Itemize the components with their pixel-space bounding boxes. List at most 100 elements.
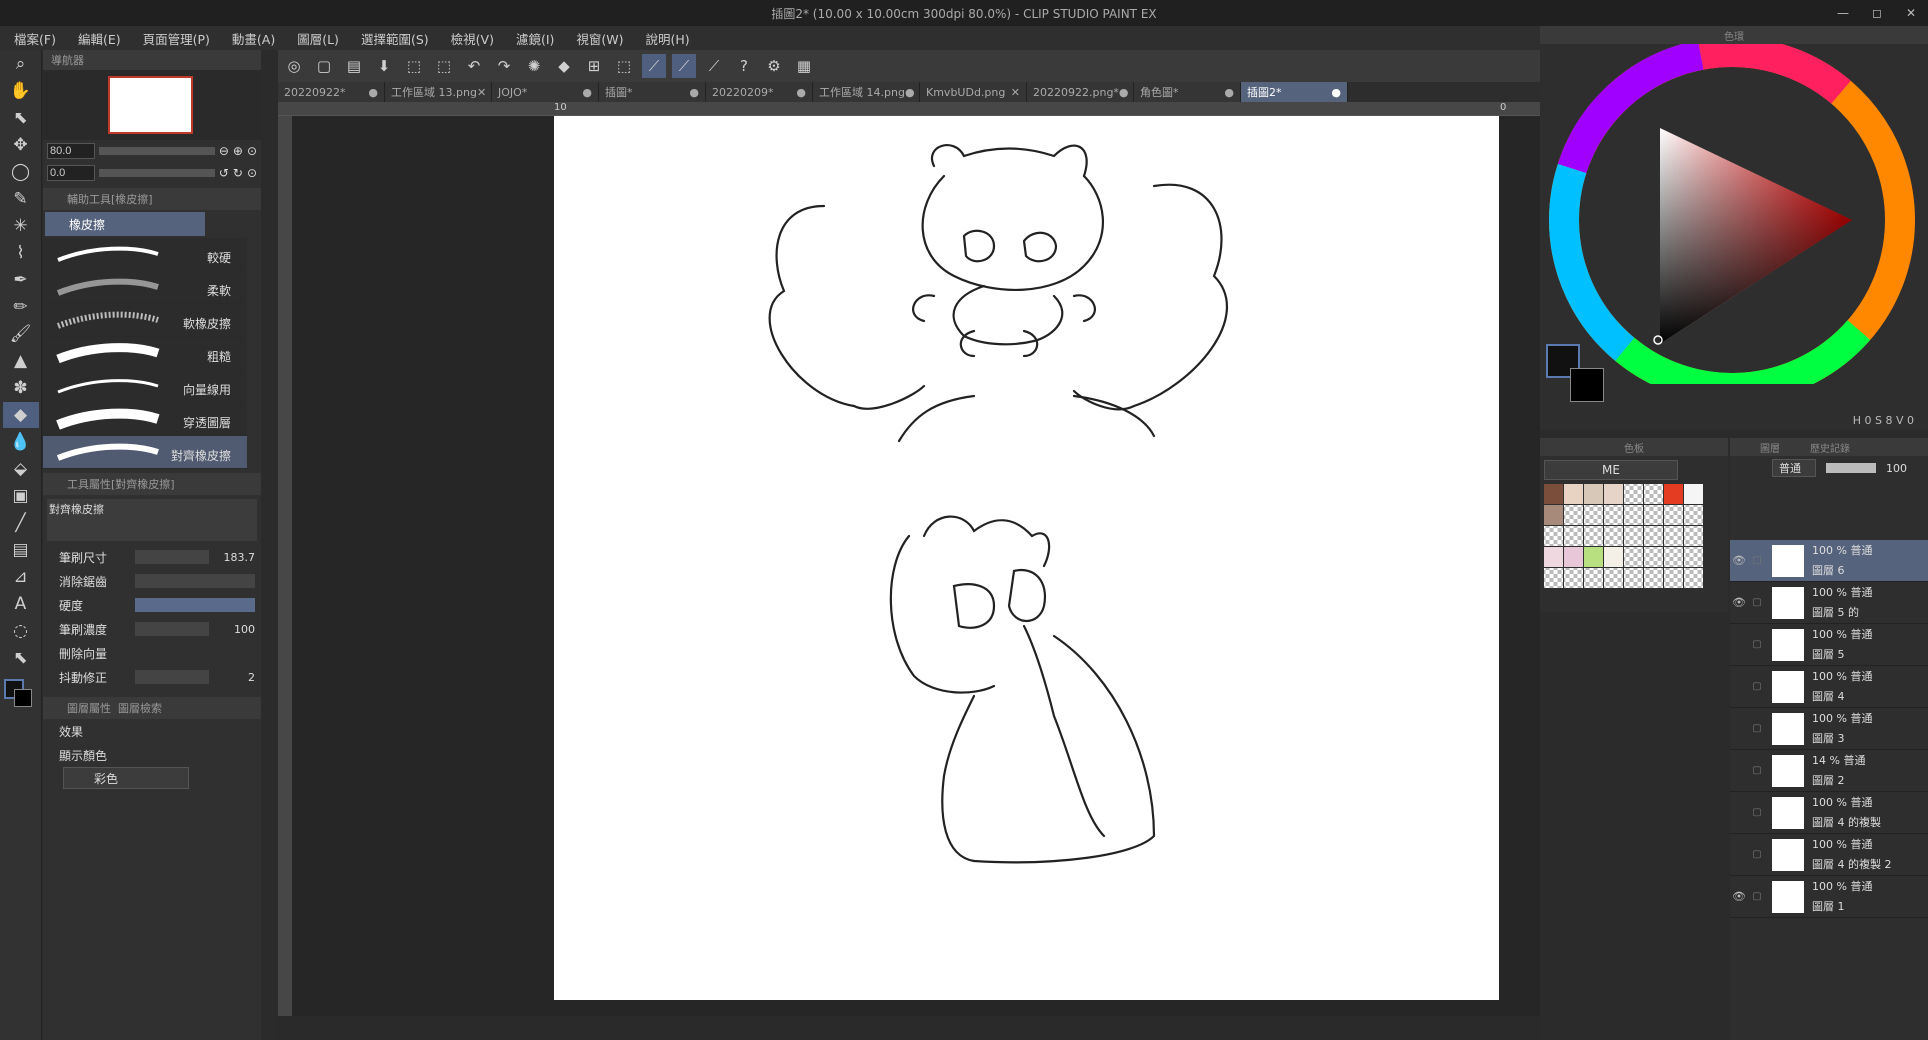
color-swatch[interactable]	[1684, 547, 1703, 567]
color-swatch[interactable]	[1604, 484, 1623, 504]
airbrush-icon[interactable]: ▲	[3, 348, 39, 374]
color-swatch[interactable]	[1644, 568, 1663, 588]
layer-name[interactable]: 圖層 1	[1812, 897, 1872, 917]
export-jpg-icon[interactable]: ⬚	[432, 54, 456, 78]
eye-icon[interactable]: 👁	[1730, 554, 1748, 567]
color-swatch[interactable]	[1604, 568, 1623, 588]
menu-animation[interactable]: 動畫(A)	[232, 29, 275, 48]
text-icon[interactable]: A	[3, 591, 39, 617]
layer-row[interactable]: 👁 ▢ 100 % 普通 圖層 6	[1730, 540, 1928, 582]
color-swatch[interactable]	[1584, 505, 1603, 525]
rotate-input[interactable]	[47, 165, 95, 181]
color-swatch[interactable]	[1684, 505, 1703, 525]
rotate-slider[interactable]	[99, 169, 215, 177]
menu-page[interactable]: 頁面管理(P)	[143, 29, 210, 48]
brush-hard[interactable]: 較硬	[43, 238, 247, 271]
balloon-icon[interactable]: ◌	[3, 618, 39, 644]
hardness-row[interactable]: 硬度	[43, 593, 261, 617]
color-swatch[interactable]	[1584, 526, 1603, 546]
export-png-icon[interactable]: ⬚	[402, 54, 426, 78]
menu-window[interactable]: 視窗(W)	[576, 29, 623, 48]
pencil-icon[interactable]: ✏	[3, 294, 39, 320]
open-file-icon[interactable]: ▤	[342, 54, 366, 78]
brush-through-layer[interactable]: 穿透圖層	[43, 403, 247, 436]
zoom-out-icon[interactable]: ⊖	[219, 144, 229, 158]
stabilize-value[interactable]: 2	[215, 671, 255, 684]
color-swatch[interactable]	[1544, 526, 1563, 546]
lock-icon[interactable]: ▢	[1748, 597, 1766, 608]
color-swatch[interactable]	[1544, 547, 1563, 567]
redo-icon[interactable]: ↷	[492, 54, 516, 78]
color-swatch[interactable]	[1564, 526, 1583, 546]
color-swatch[interactable]	[1644, 505, 1663, 525]
hand-tool-icon[interactable]: ✋	[3, 78, 39, 104]
layer-row[interactable]: ▢ 100 % 普通 圖層 4 的複製	[1730, 792, 1928, 834]
color-swatch[interactable]	[1544, 484, 1563, 504]
brush-soft-eraser[interactable]: 軟橡皮擦	[43, 304, 247, 337]
move-layer-icon[interactable]: ✥	[3, 132, 39, 158]
brush-size-slider[interactable]	[135, 550, 209, 564]
layer-row[interactable]: ▢ 100 % 普通 圖層 3	[1730, 708, 1928, 750]
eraser-icon[interactable]: ◆	[2, 402, 39, 428]
lock-icon[interactable]: ▢	[1748, 723, 1766, 734]
blend-icon[interactable]: 💧	[3, 429, 39, 455]
reset-rotate-icon[interactable]: ⊙	[247, 166, 257, 180]
layer-name[interactable]: 圖層 2	[1812, 771, 1865, 791]
opacity-slider[interactable]	[1826, 463, 1876, 473]
color-swatch[interactable]	[1604, 505, 1623, 525]
color-swatch[interactable]	[1624, 526, 1643, 546]
frame-icon[interactable]: ▤	[3, 537, 39, 563]
color-swatch[interactable]	[1564, 547, 1583, 567]
opacity-value[interactable]: 100	[1886, 462, 1907, 475]
brush-size-value[interactable]: 183.7	[215, 551, 256, 564]
layer-name[interactable]: 圖層 6	[1812, 561, 1872, 581]
color-swatch[interactable]	[1584, 547, 1603, 567]
pen-icon[interactable]: ✒	[3, 267, 39, 293]
color-swatch[interactable]	[1584, 568, 1603, 588]
brush-icon[interactable]: 🖌	[3, 321, 39, 347]
antialias-row[interactable]: 消除鋸齒	[43, 569, 261, 593]
menu-filter[interactable]: 濾鏡(I)	[516, 29, 554, 48]
snap-ruler-icon[interactable]: ⟋	[642, 54, 666, 78]
color-swatch[interactable]	[1644, 484, 1663, 504]
layer-name[interactable]: 圖層 5 的	[1812, 603, 1872, 623]
color-set-select[interactable]: ME	[1544, 460, 1678, 480]
lasso-icon[interactable]: ◯	[3, 159, 39, 185]
lock-icon[interactable]: ▢	[1748, 807, 1766, 818]
canvas-paper[interactable]	[554, 116, 1499, 1000]
tab-20220922-png[interactable]: 20220922.png* ●	[1027, 82, 1134, 102]
tab-kmvbudd[interactable]: KmvbUDd.png ✕	[920, 82, 1027, 102]
layer-name[interactable]: 圖層 5	[1812, 645, 1872, 665]
color-swatch[interactable]	[1624, 505, 1643, 525]
fill-icon[interactable]: ◆	[552, 54, 576, 78]
color-swatch[interactable]	[1604, 526, 1623, 546]
operation-tool-icon[interactable]: ⬉	[3, 105, 39, 131]
eye-icon[interactable]: 👁	[1730, 890, 1748, 903]
color-swatch[interactable]	[1664, 568, 1683, 588]
tab-layer[interactable]: 圖層	[1760, 440, 1780, 455]
layer-row[interactable]: ▢ 100 % 普通 圖層 5	[1730, 624, 1928, 666]
correct-line-icon[interactable]: ⬉	[3, 645, 39, 671]
antialias-options[interactable]	[135, 574, 255, 588]
timelapse-icon[interactable]: ▦	[792, 54, 816, 78]
color-swatch[interactable]	[1684, 568, 1703, 588]
color-swatch[interactable]	[1544, 505, 1563, 525]
navigator-preview[interactable]	[43, 70, 261, 140]
figure-icon[interactable]: ╱	[3, 510, 39, 536]
layer-row[interactable]: 👁 ▢ 100 % 普通 圖層 5 的	[1730, 582, 1928, 624]
lock-icon[interactable]: ▢	[1748, 639, 1766, 650]
color-swatch[interactable]	[1664, 547, 1683, 567]
zoom-tool-icon[interactable]: ⌕	[3, 51, 39, 77]
color-swatch[interactable]	[1684, 484, 1703, 504]
tab-jojo[interactable]: JOJO* ●	[492, 82, 599, 102]
display-color-select[interactable]: 彩色	[63, 767, 189, 789]
zoom-slider[interactable]	[99, 147, 215, 155]
tab-20220922[interactable]: 20220922* ●	[278, 82, 385, 102]
color-swatch[interactable]	[1604, 547, 1623, 567]
eye-icon[interactable]: 👁	[1730, 596, 1748, 609]
vector-erase-row[interactable]: 刪除向量	[43, 641, 261, 665]
brush-soft[interactable]: 柔軟	[43, 271, 247, 304]
lock-icon[interactable]: ▢	[1748, 849, 1766, 860]
tab-character[interactable]: 角色圖* ●	[1134, 82, 1241, 102]
fit-icon[interactable]: ⊙	[247, 144, 257, 158]
